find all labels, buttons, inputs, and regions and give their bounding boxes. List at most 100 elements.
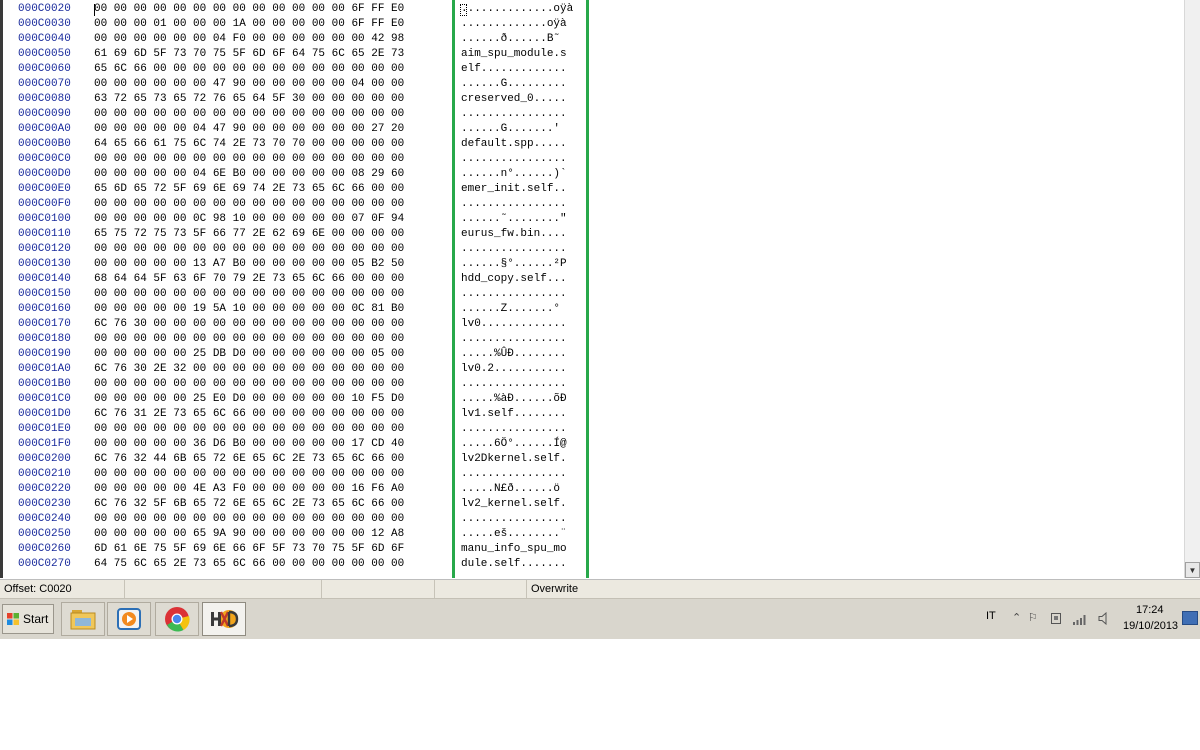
row-ascii[interactable]: ..............oÿà: [461, 2, 573, 17]
row-hex-bytes[interactable]: 00 00 00 00 00 13 A7 B0 00 00 00 00 00 0…: [94, 257, 404, 272]
row-hex-bytes[interactable]: 00 00 00 00 00 19 5A 10 00 00 00 00 00 0…: [94, 302, 404, 317]
hex-row[interactable]: 000C01A0 6C 76 30 2E 32 00 00 00 00 00 00…: [0, 362, 1184, 377]
row-ascii[interactable]: ......ð......B˜: [461, 32, 560, 47]
row-ascii[interactable]: ................: [461, 332, 567, 347]
row-hex-bytes[interactable]: 64 75 6C 65 2E 73 65 6C 66 00 00 00 00 0…: [94, 557, 404, 572]
network-device-icon[interactable]: [1050, 612, 1062, 625]
row-ascii[interactable]: .....eš........¨: [461, 527, 567, 542]
hex-row[interactable]: 000C00E0 65 6D 65 72 5F 69 6E 69 74 2E 73…: [0, 182, 1184, 197]
row-hex-bytes[interactable]: 00 00 00 00 00 00 00 00 00 00 00 00 00 0…: [94, 242, 404, 257]
row-hex-bytes[interactable]: 65 6D 65 72 5F 69 6E 69 74 2E 73 65 6C 6…: [94, 182, 404, 197]
hex-row[interactable]: 000C0220 00 00 00 00 00 4E A3 F0 00 00 00…: [0, 482, 1184, 497]
taskbar-file-explorer[interactable]: [61, 602, 105, 636]
row-ascii[interactable]: ................: [461, 377, 567, 392]
hex-row[interactable]: 000C0190 00 00 00 00 00 25 DB D0 00 00 00…: [0, 347, 1184, 362]
row-hex-bytes[interactable]: 64 65 66 61 75 6C 74 2E 73 70 70 00 00 0…: [94, 137, 404, 152]
row-hex-bytes[interactable]: 6D 61 6E 75 5F 69 6E 66 6F 5F 73 70 75 5…: [94, 542, 404, 557]
hex-row[interactable]: 000C0230 6C 76 32 5F 6B 65 72 6E 65 6C 2E…: [0, 497, 1184, 512]
row-hex-bytes[interactable]: 00 00 00 00 00 04 47 90 00 00 00 00 00 0…: [94, 122, 404, 137]
start-button[interactable]: Start: [2, 604, 54, 634]
row-hex-bytes[interactable]: 00 00 00 00 00 00 00 00 00 00 00 00 00 6…: [94, 2, 404, 17]
row-ascii[interactable]: .....6Ö°......Í@: [461, 437, 567, 452]
row-hex-bytes[interactable]: 6C 76 32 44 6B 65 72 6E 65 6C 2E 73 65 6…: [94, 452, 404, 467]
hex-row[interactable]: 000C0110 65 75 72 75 73 5F 66 77 2E 62 69…: [0, 227, 1184, 242]
row-hex-bytes[interactable]: 00 00 00 00 00 00 00 00 00 00 00 00 00 0…: [94, 197, 404, 212]
row-ascii[interactable]: .....%ÛÐ........: [461, 347, 567, 362]
hex-row[interactable]: 000C0240 00 00 00 00 00 00 00 00 00 00 00…: [0, 512, 1184, 527]
row-ascii[interactable]: lv0.2...........: [461, 362, 567, 377]
hex-row[interactable]: 000C0070 00 00 00 00 00 00 47 90 00 00 00…: [0, 77, 1184, 92]
row-ascii[interactable]: emer_init.self..: [461, 182, 567, 197]
show-desktop-button[interactable]: [1182, 611, 1198, 625]
signal-strength-icon[interactable]: [1072, 613, 1088, 625]
row-ascii[interactable]: ......n°......)`: [461, 167, 567, 182]
row-ascii[interactable]: ......G.........: [461, 77, 567, 92]
hex-row[interactable]: 000C00D0 00 00 00 00 00 04 6E B0 00 00 00…: [0, 167, 1184, 182]
hex-row[interactable]: 000C0150 00 00 00 00 00 00 00 00 00 00 00…: [0, 287, 1184, 302]
row-ascii[interactable]: ................: [461, 422, 567, 437]
hex-row[interactable]: 000C0170 6C 76 30 00 00 00 00 00 00 00 00…: [0, 317, 1184, 332]
row-ascii[interactable]: .....%àÐ......õÐ: [461, 392, 567, 407]
vertical-scrollbar[interactable]: ▼: [1184, 0, 1200, 578]
hex-row[interactable]: 000C0060 65 6C 66 00 00 00 00 00 00 00 00…: [0, 62, 1184, 77]
row-hex-bytes[interactable]: 00 00 00 00 00 25 DB D0 00 00 00 00 00 0…: [94, 347, 404, 362]
row-ascii[interactable]: ................: [461, 107, 567, 122]
row-ascii[interactable]: aim_spu_module.s: [461, 47, 567, 62]
row-ascii[interactable]: ................: [461, 242, 567, 257]
row-hex-bytes[interactable]: 00 00 00 00 00 0C 98 10 00 00 00 00 00 0…: [94, 212, 404, 227]
hex-row[interactable]: 000C0050 61 69 6D 5F 73 70 75 5F 6D 6F 64…: [0, 47, 1184, 62]
row-hex-bytes[interactable]: 00 00 00 00 00 00 00 00 00 00 00 00 00 0…: [94, 107, 404, 122]
row-hex-bytes[interactable]: 00 00 00 00 00 25 E0 D0 00 00 00 00 00 1…: [94, 392, 404, 407]
hex-row[interactable]: 000C0270 64 75 6C 65 2E 73 65 6C 66 00 00…: [0, 557, 1184, 572]
hex-row[interactable]: 000C01E0 00 00 00 00 00 00 00 00 00 00 00…: [0, 422, 1184, 437]
row-ascii[interactable]: creserved_0.....: [461, 92, 567, 107]
action-center-flag-icon[interactable]: ⚐: [1028, 611, 1038, 624]
hex-row[interactable]: 000C01C0 00 00 00 00 00 25 E0 D0 00 00 00…: [0, 392, 1184, 407]
hex-row[interactable]: 000C00F0 00 00 00 00 00 00 00 00 00 00 00…: [0, 197, 1184, 212]
clock-date[interactable]: 19/10/2013: [1123, 620, 1178, 632]
row-hex-bytes[interactable]: 00 00 00 00 00 00 00 00 00 00 00 00 00 0…: [94, 512, 404, 527]
row-hex-bytes[interactable]: 00 00 00 00 00 00 00 00 00 00 00 00 00 0…: [94, 152, 404, 167]
row-hex-bytes[interactable]: 00 00 00 00 00 00 00 00 00 00 00 00 00 0…: [94, 377, 404, 392]
hex-row[interactable]: 000C0100 00 00 00 00 00 0C 98 10 00 00 00…: [0, 212, 1184, 227]
hex-row[interactable]: 000C0140 68 64 64 5F 63 6F 70 79 2E 73 65…: [0, 272, 1184, 287]
hex-row[interactable]: 000C0030 00 00 00 01 00 00 00 1A 00 00 00…: [0, 17, 1184, 32]
hex-row[interactable]: 000C00A0 00 00 00 00 00 04 47 90 00 00 00…: [0, 122, 1184, 137]
row-hex-bytes[interactable]: 00 00 00 00 00 36 D6 B0 00 00 00 00 00 1…: [94, 437, 404, 452]
hex-row[interactable]: 000C0260 6D 61 6E 75 5F 69 6E 66 6F 5F 73…: [0, 542, 1184, 557]
hex-row[interactable]: 000C0130 00 00 00 00 00 13 A7 B0 00 00 00…: [0, 257, 1184, 272]
row-hex-bytes[interactable]: 00 00 00 00 00 65 9A 90 00 00 00 00 00 0…: [94, 527, 404, 542]
row-hex-bytes[interactable]: 00 00 00 00 00 00 00 00 00 00 00 00 00 0…: [94, 422, 404, 437]
row-ascii[interactable]: ......G.......': [461, 122, 560, 137]
language-indicator[interactable]: IT: [986, 610, 996, 622]
hex-row[interactable]: 000C0120 00 00 00 00 00 00 00 00 00 00 00…: [0, 242, 1184, 257]
hex-row[interactable]: 000C0080 63 72 65 73 65 72 76 65 64 5F 30…: [0, 92, 1184, 107]
hex-row[interactable]: 000C0160 00 00 00 00 00 19 5A 10 00 00 00…: [0, 302, 1184, 317]
row-hex-bytes[interactable]: 6C 76 31 2E 73 65 6C 66 00 00 00 00 00 0…: [94, 407, 404, 422]
row-hex-bytes[interactable]: 00 00 00 00 00 4E A3 F0 00 00 00 00 00 1…: [94, 482, 404, 497]
row-ascii[interactable]: ................: [461, 512, 567, 527]
row-ascii[interactable]: eurus_fw.bin....: [461, 227, 567, 242]
row-ascii[interactable]: lv1.self........: [461, 407, 567, 422]
hex-row[interactable]: 000C01F0 00 00 00 00 00 36 D6 B0 00 00 00…: [0, 437, 1184, 452]
row-hex-bytes[interactable]: 00 00 00 00 00 00 00 00 00 00 00 00 00 0…: [94, 332, 404, 347]
row-hex-bytes[interactable]: 6C 76 32 5F 6B 65 72 6E 65 6C 2E 73 65 6…: [94, 497, 404, 512]
row-ascii[interactable]: ......˜........″: [461, 212, 567, 227]
row-ascii[interactable]: lv0.............: [461, 317, 567, 332]
row-ascii[interactable]: .............oÿà: [461, 17, 567, 32]
row-ascii[interactable]: ......§°......²P: [461, 257, 567, 272]
row-hex-bytes[interactable]: 00 00 00 00 00 04 6E B0 00 00 00 00 00 0…: [94, 167, 404, 182]
row-ascii[interactable]: manu_info_spu_mo: [461, 542, 567, 557]
row-ascii[interactable]: lv2Dkernel.self.: [461, 452, 567, 467]
hex-row[interactable]: 000C0250 00 00 00 00 00 65 9A 90 00 00 00…: [0, 527, 1184, 542]
row-hex-bytes[interactable]: 00 00 00 01 00 00 00 1A 00 00 00 00 00 6…: [94, 17, 404, 32]
row-ascii[interactable]: .....N£ð......ö: [461, 482, 560, 497]
hex-row[interactable]: 000C00C0 00 00 00 00 00 00 00 00 00 00 00…: [0, 152, 1184, 167]
row-hex-bytes[interactable]: 00 00 00 00 00 00 00 00 00 00 00 00 00 0…: [94, 467, 404, 482]
hex-row[interactable]: 000C0020 00 00 00 00 00 00 00 00 00 00 00…: [0, 2, 1184, 17]
hex-row[interactable]: 000C0040 00 00 00 00 00 00 04 F0 00 00 00…: [0, 32, 1184, 47]
row-hex-bytes[interactable]: 68 64 64 5F 63 6F 70 79 2E 73 65 6C 66 0…: [94, 272, 404, 287]
row-ascii[interactable]: hdd_copy.self...: [461, 272, 567, 287]
hex-row[interactable]: 000C00B0 64 65 66 61 75 6C 74 2E 73 70 70…: [0, 137, 1184, 152]
clock-time[interactable]: 17:24: [1136, 604, 1164, 616]
